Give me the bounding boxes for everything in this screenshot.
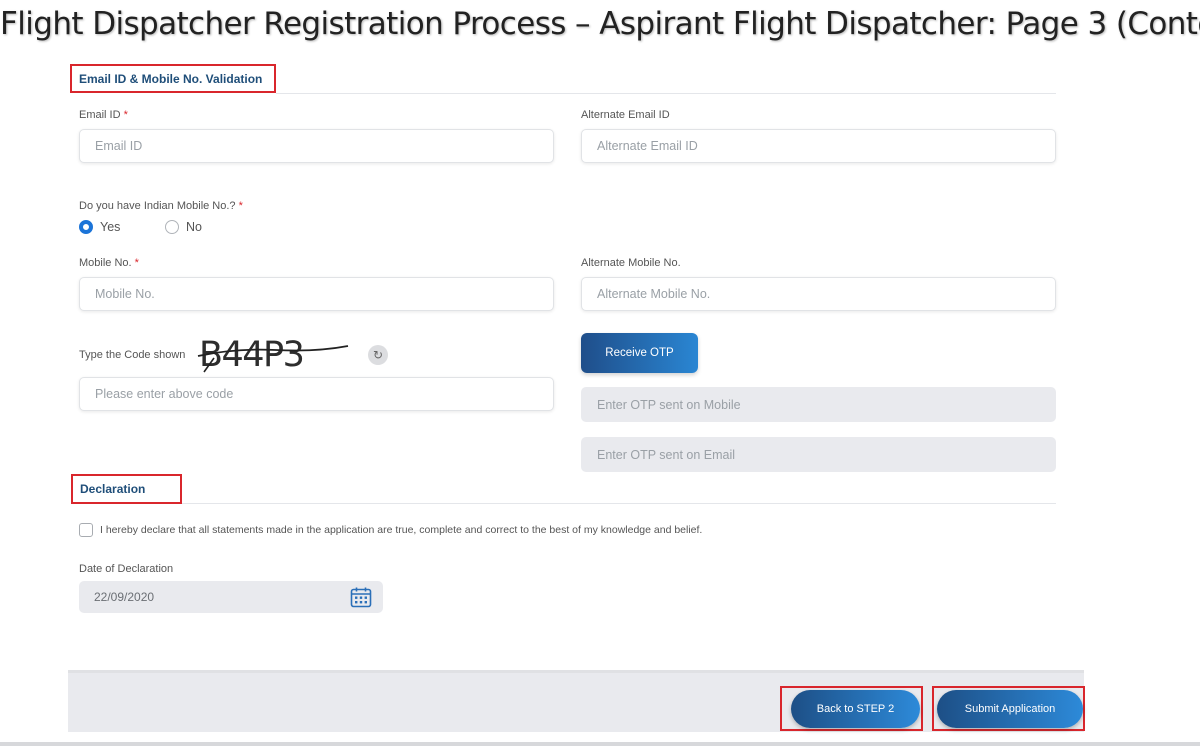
- radio-no-label: No: [186, 220, 202, 234]
- otp-email-input[interactable]: [581, 437, 1056, 472]
- radio-yes[interactable]: [79, 220, 93, 234]
- otp-mobile-input[interactable]: [581, 387, 1056, 422]
- radio-yes-option[interactable]: Yes: [79, 220, 120, 234]
- refresh-icon[interactable]: ↻: [368, 345, 388, 365]
- email-label: Email ID: [79, 109, 121, 121]
- captcha-label: Type the Code shown: [79, 349, 186, 361]
- declaration-checkbox[interactable]: [79, 523, 93, 537]
- email-label-wrap: Email ID *: [79, 109, 128, 121]
- bottom-edge: [0, 742, 1200, 746]
- slide-title: Flight Dispatcher Registration Process –…: [0, 6, 1200, 42]
- declaration-statement: I hereby declare that all statements mad…: [100, 524, 703, 536]
- receive-otp-button[interactable]: Receive OTP: [581, 333, 698, 373]
- alt-email-label: Alternate Email ID: [581, 109, 670, 121]
- submit-application-button[interactable]: Submit Application: [937, 690, 1083, 728]
- radio-yes-label: Yes: [100, 220, 121, 234]
- section-title-email-mobile: Email ID & Mobile No. Validation: [70, 64, 276, 93]
- required-mark: *: [134, 257, 139, 269]
- indian-mobile-question-wrap: Do you have Indian Mobile No.? *: [79, 200, 243, 212]
- date-of-declaration-label: Date of Declaration: [79, 563, 174, 575]
- section-divider: [182, 503, 1056, 504]
- indian-mobile-question: Do you have Indian Mobile No.?: [79, 200, 236, 212]
- alt-mobile-label: Alternate Mobile No.: [581, 257, 681, 269]
- section-divider: [276, 93, 1056, 94]
- radio-no[interactable]: [165, 220, 179, 234]
- radio-no-option[interactable]: No: [165, 220, 202, 234]
- date-of-declaration-field[interactable]: 22/09/2020: [79, 581, 383, 613]
- captcha-image: B44P3: [197, 335, 349, 374]
- back-to-step-2-button[interactable]: Back to STEP 2: [791, 690, 920, 728]
- required-mark: *: [123, 109, 128, 121]
- captcha-input[interactable]: [79, 377, 554, 411]
- email-input[interactable]: [79, 129, 554, 163]
- mobile-label: Mobile No.: [79, 257, 132, 269]
- section-title-declaration: Declaration: [71, 474, 182, 504]
- alt-mobile-input[interactable]: [581, 277, 1056, 311]
- captcha-text: B44P3: [199, 335, 303, 374]
- required-mark: *: [238, 200, 243, 212]
- calendar-icon[interactable]: [350, 586, 372, 608]
- alt-email-input[interactable]: [581, 129, 1056, 163]
- date-value: 22/09/2020: [94, 590, 155, 604]
- mobile-label-wrap: Mobile No. *: [79, 257, 139, 269]
- mobile-input[interactable]: [79, 277, 554, 311]
